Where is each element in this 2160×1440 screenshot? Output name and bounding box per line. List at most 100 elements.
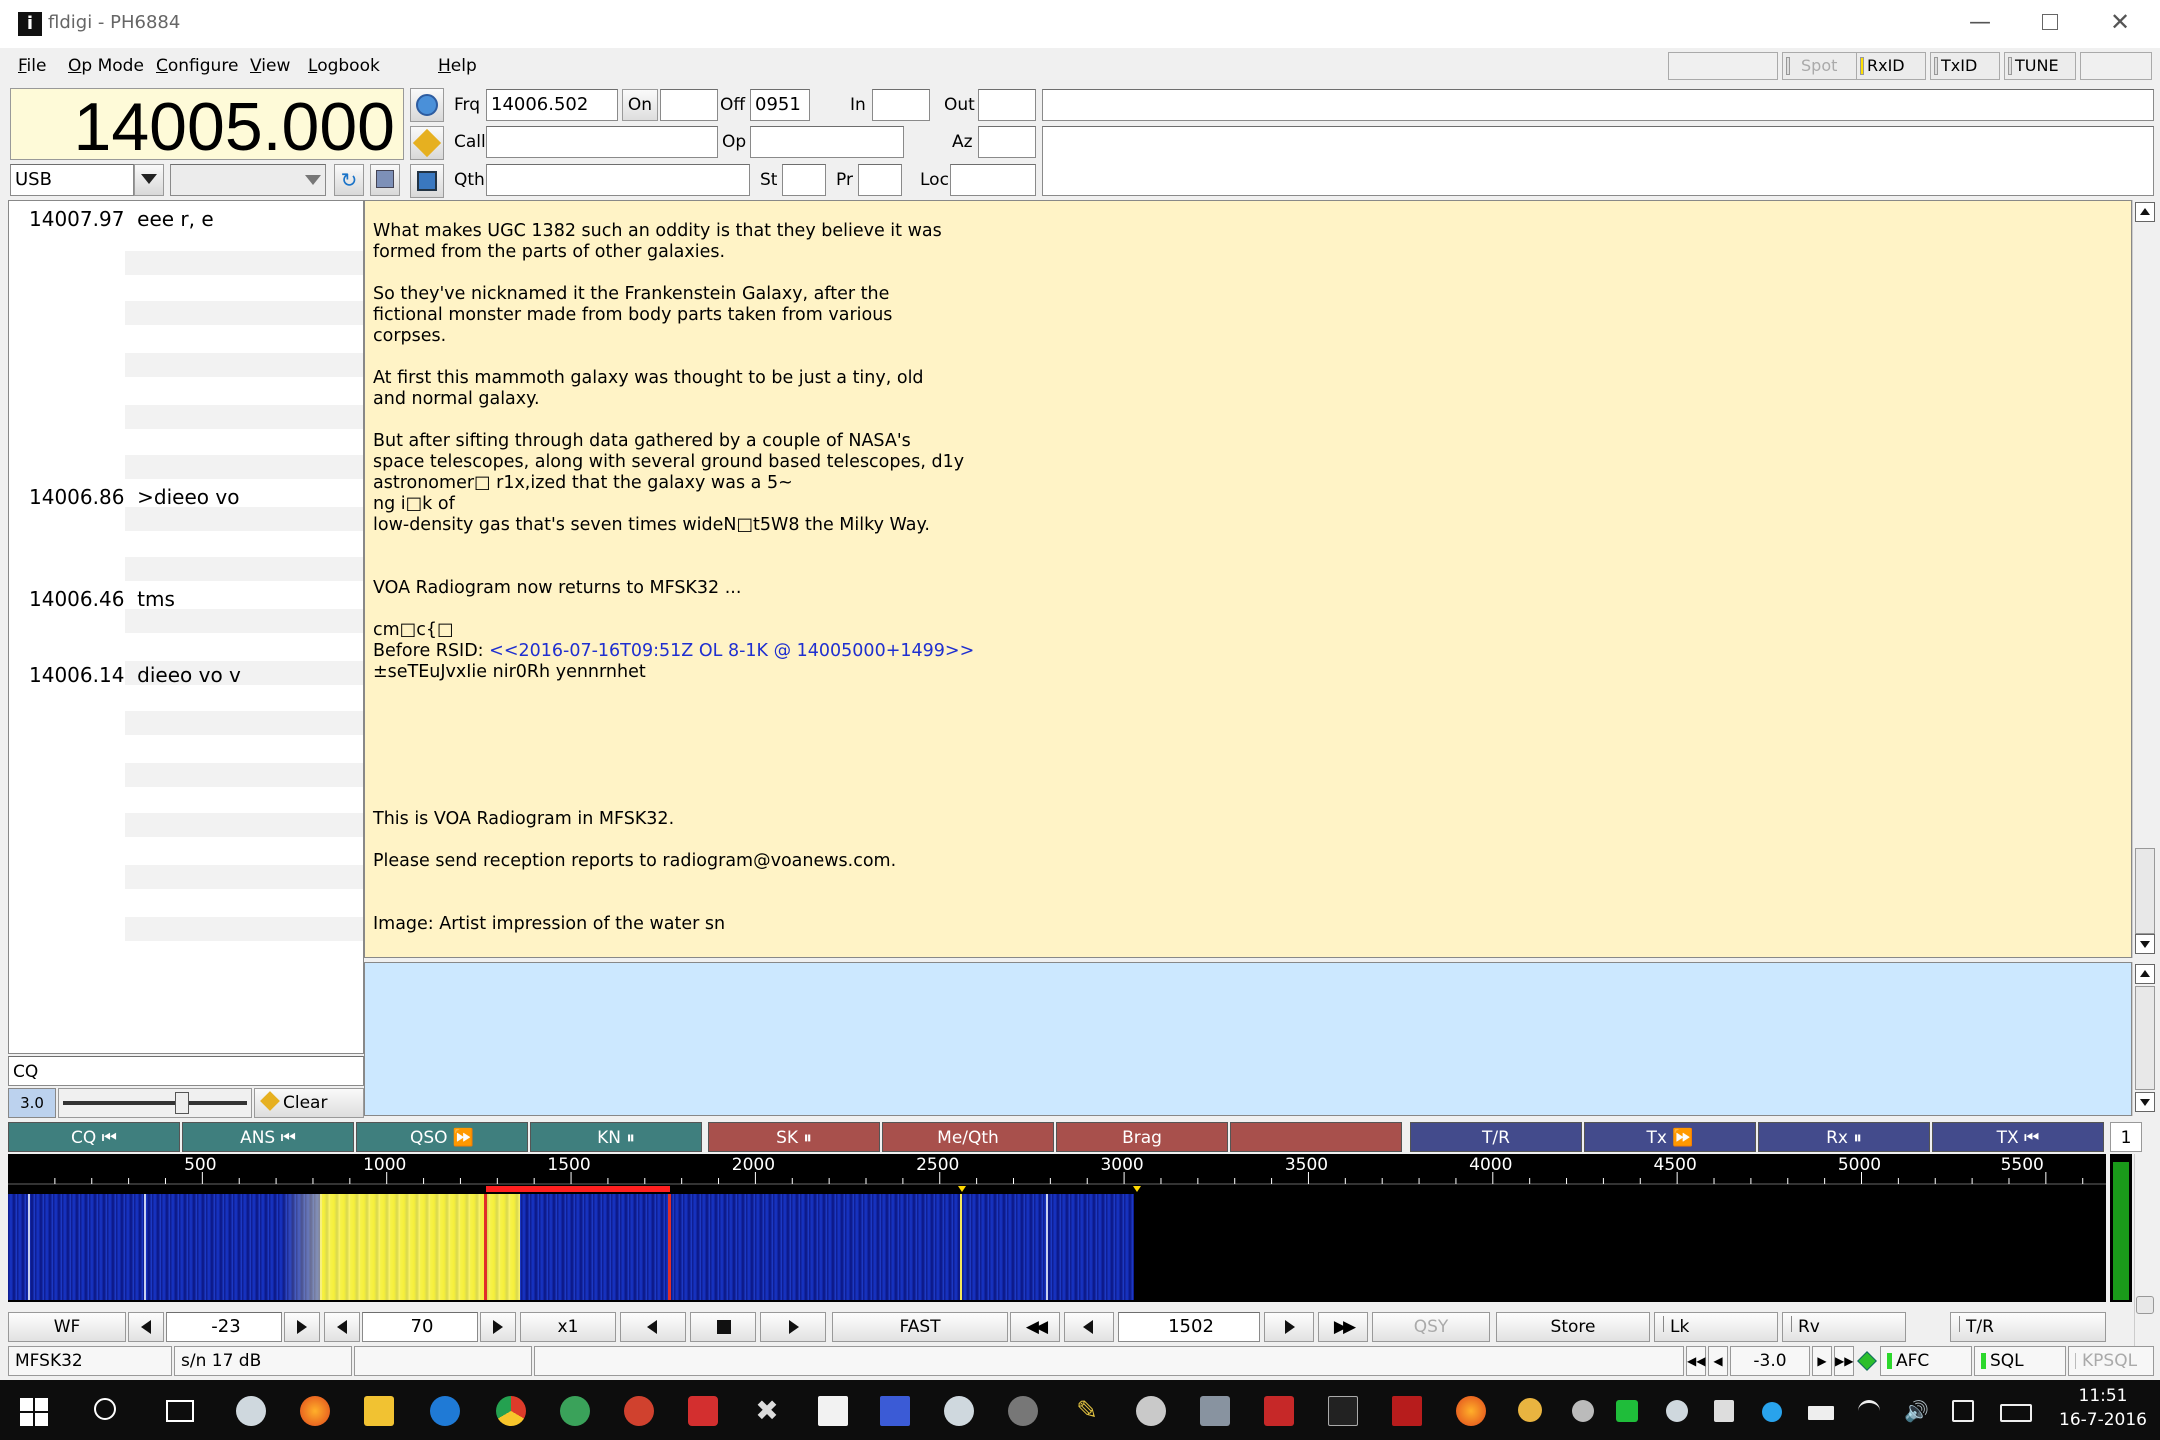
- rx-text-panel[interactable]: What makes UGC 1382 such an oddity is th…: [364, 200, 2132, 958]
- afc-left-button[interactable]: ◀: [1708, 1346, 1728, 1376]
- fast-forward-button[interactable]: ▶▶: [1318, 1312, 1368, 1342]
- tx-text-panel[interactable]: [364, 962, 2132, 1116]
- app-egg-icon[interactable]: [1136, 1396, 1166, 1426]
- step-down-button[interactable]: [1064, 1312, 1114, 1342]
- province-field[interactable]: [858, 164, 902, 196]
- macro-tx-button[interactable]: Tx ⏩: [1584, 1122, 1756, 1152]
- menu-help[interactable]: Help: [438, 48, 477, 84]
- macro-set-indicator[interactable]: 1: [2110, 1122, 2142, 1152]
- speed-button[interactable]: FAST: [832, 1312, 1008, 1342]
- menu-op-mode[interactable]: Op Mode: [68, 48, 144, 84]
- slider-handle[interactable]: [175, 1092, 189, 1114]
- scroll-right-button[interactable]: [760, 1312, 826, 1342]
- taskbar-time[interactable]: 11:51: [2058, 1386, 2148, 1406]
- tray-keyboard-icon[interactable]: [2000, 1404, 2032, 1422]
- afc-fast-left-button[interactable]: ◀◀: [1686, 1346, 1706, 1376]
- rx-scrollbar[interactable]: [2132, 200, 2156, 958]
- lock-toggle[interactable]: Lk: [1654, 1312, 1778, 1342]
- rst-out-field[interactable]: [978, 89, 1036, 121]
- off-time-field[interactable]: 0951: [750, 89, 810, 121]
- bandwidth-select[interactable]: [170, 164, 326, 196]
- waterfall-mode-button[interactable]: WF: [8, 1312, 126, 1342]
- tray-app-icon[interactable]: [1572, 1400, 1594, 1422]
- step-up-button[interactable]: [1264, 1312, 1314, 1342]
- state-field[interactable]: [782, 164, 826, 196]
- range-up-button[interactable]: [480, 1312, 516, 1342]
- signal-browser-row[interactable]: 14007.97 eee r, e: [29, 207, 214, 231]
- signal-browser[interactable]: 14007.97 eee r, e 14006.86 >dieeo vo 140…: [8, 200, 364, 1054]
- waterfall-scrollbar[interactable]: [2134, 1154, 2154, 1348]
- scroll-down-icon[interactable]: [2135, 1092, 2155, 1112]
- calendar-icon[interactable]: [370, 164, 400, 196]
- afc-fast-right-button[interactable]: ▶▶: [1834, 1346, 1854, 1376]
- qsy-button[interactable]: QSY: [1372, 1312, 1490, 1342]
- app-firefox-icon[interactable]: [300, 1396, 330, 1426]
- sql-toggle[interactable]: SQL: [1974, 1346, 2066, 1376]
- tune-toggle[interactable]: TUNE: [2004, 52, 2076, 80]
- browser-clear-button[interactable]: Clear: [254, 1088, 364, 1118]
- range-down-button[interactable]: [324, 1312, 360, 1342]
- range-value[interactable]: 70: [362, 1312, 478, 1342]
- frq-field[interactable]: 14006.502: [486, 89, 618, 121]
- tray-dropbox-icon[interactable]: [1762, 1402, 1782, 1422]
- app-fldigi-icon[interactable]: [818, 1396, 848, 1426]
- macro-sk-button[interactable]: SK ⏸: [708, 1122, 880, 1152]
- mode-dropdown-button[interactable]: [134, 164, 164, 196]
- qth-field[interactable]: [486, 164, 750, 196]
- frequency-display[interactable]: 14005.000: [10, 88, 404, 165]
- macro-tr-button[interactable]: T/R: [1410, 1122, 1582, 1152]
- scroll-up-icon[interactable]: [2135, 964, 2155, 984]
- macro-ans-button[interactable]: ANS ⏮: [182, 1122, 354, 1152]
- close-button[interactable]: ✕: [2100, 8, 2140, 36]
- browser-squelch-slider[interactable]: [58, 1088, 252, 1118]
- mode-status[interactable]: MFSK32: [8, 1346, 172, 1376]
- op-field[interactable]: [750, 126, 904, 158]
- menu-view[interactable]: View: [250, 48, 290, 84]
- tray-teamspeak-icon[interactable]: [1666, 1400, 1688, 1422]
- macro-meqth-button[interactable]: Me/Qth: [882, 1122, 1054, 1152]
- tray-wifi-icon[interactable]: [1858, 1400, 1880, 1422]
- macro-empty-button[interactable]: [1230, 1122, 1402, 1152]
- app-teamspeak-icon[interactable]: [236, 1396, 266, 1426]
- scroll-up-icon[interactable]: [2135, 202, 2155, 222]
- app-terminal-icon[interactable]: [1328, 1396, 1358, 1426]
- reverse-toggle[interactable]: Rv: [1782, 1312, 1906, 1342]
- fast-rewind-button[interactable]: ◀◀: [1010, 1312, 1060, 1342]
- clear-log-broom-icon[interactable]: [410, 126, 444, 160]
- signal-browser-row[interactable]: 14006.46 tms: [29, 587, 175, 611]
- az-field[interactable]: [978, 126, 1036, 158]
- log-notes-field-2[interactable]: [1042, 126, 2154, 196]
- tray-battery-icon[interactable]: [1808, 1406, 1834, 1420]
- task-view-icon[interactable]: [166, 1400, 194, 1422]
- tx-scrollbar[interactable]: [2132, 962, 2156, 1116]
- tr-toggle[interactable]: T/R: [1950, 1312, 2106, 1342]
- scroll-thumb[interactable]: [2135, 986, 2155, 1090]
- scroll-thumb[interactable]: [2135, 848, 2155, 934]
- locator-field[interactable]: [950, 164, 1036, 196]
- menu-logbook[interactable]: Logbook: [308, 48, 380, 84]
- maximize-button[interactable]: [2030, 10, 2070, 38]
- kpsql-toggle[interactable]: KPSQL: [2068, 1346, 2154, 1376]
- rst-in-field[interactable]: [872, 89, 930, 121]
- afc-value[interactable]: -3.0: [1730, 1346, 1810, 1376]
- app-network-icon[interactable]: [1200, 1396, 1230, 1426]
- on-button[interactable]: On: [622, 89, 658, 121]
- signal-browser-row[interactable]: 14006.86 >dieeo vo: [29, 485, 239, 509]
- browser-search-input[interactable]: CQ: [8, 1056, 364, 1086]
- tray-usb-icon[interactable]: [1714, 1400, 1734, 1422]
- save-log-icon[interactable]: [410, 164, 444, 198]
- macro-cq-button[interactable]: CQ ⏮: [8, 1122, 180, 1152]
- macro-brag-button[interactable]: Brag: [1056, 1122, 1228, 1152]
- menu-file[interactable]: File: [18, 48, 46, 84]
- scroll-down-icon[interactable]: [2135, 934, 2155, 954]
- start-windows-icon[interactable]: [20, 1398, 48, 1426]
- rxid-toggle[interactable]: RxID: [1856, 52, 1926, 80]
- taskbar-date[interactable]: 16-7-2016: [2058, 1410, 2148, 1430]
- tray-palette-icon[interactable]: [1518, 1398, 1542, 1422]
- app-red-tool-icon[interactable]: [688, 1396, 718, 1426]
- macro-tx-stop-button[interactable]: TX ⏮: [1932, 1122, 2104, 1152]
- scroll-thumb[interactable]: [2136, 1296, 2154, 1314]
- spot-toggle[interactable]: Spot: [1782, 52, 1858, 80]
- waterfall-image[interactable]: [8, 1194, 1134, 1300]
- app-red-square-icon[interactable]: [1392, 1396, 1422, 1426]
